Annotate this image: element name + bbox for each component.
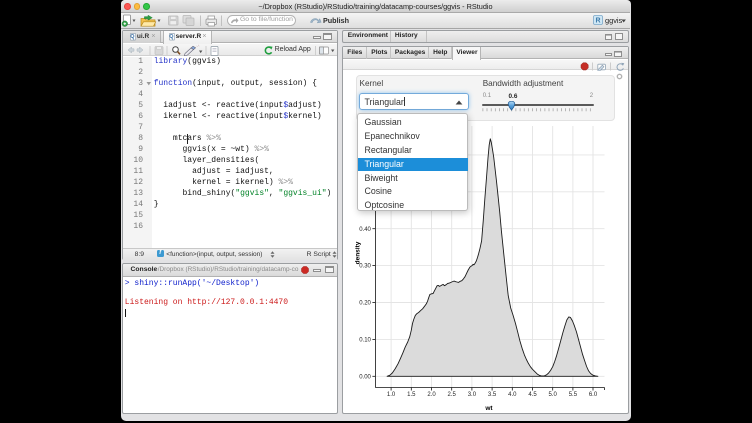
- svg-text:4.0: 4.0: [508, 392, 517, 398]
- svg-text:0.40: 0.40: [359, 227, 371, 233]
- svg-text:1.0: 1.0: [387, 392, 396, 398]
- svg-text:density: density: [355, 241, 362, 264]
- svg-text:3.5: 3.5: [488, 392, 497, 398]
- svg-text:1.5: 1.5: [407, 392, 416, 398]
- svg-text:5.5: 5.5: [569, 392, 578, 398]
- svg-text:wt: wt: [484, 405, 493, 412]
- svg-text:0.10: 0.10: [359, 338, 371, 344]
- svg-text:3.0: 3.0: [468, 392, 477, 398]
- svg-text:2.0: 2.0: [427, 392, 436, 398]
- svg-text:0.00: 0.00: [359, 374, 371, 380]
- svg-text:6.0: 6.0: [589, 392, 598, 398]
- svg-text:5.0: 5.0: [549, 392, 558, 398]
- svg-text:4.5: 4.5: [528, 392, 537, 398]
- svg-text:2.5: 2.5: [448, 392, 457, 398]
- svg-text:R: R: [595, 17, 600, 24]
- svg-text:0.20: 0.20: [359, 301, 371, 307]
